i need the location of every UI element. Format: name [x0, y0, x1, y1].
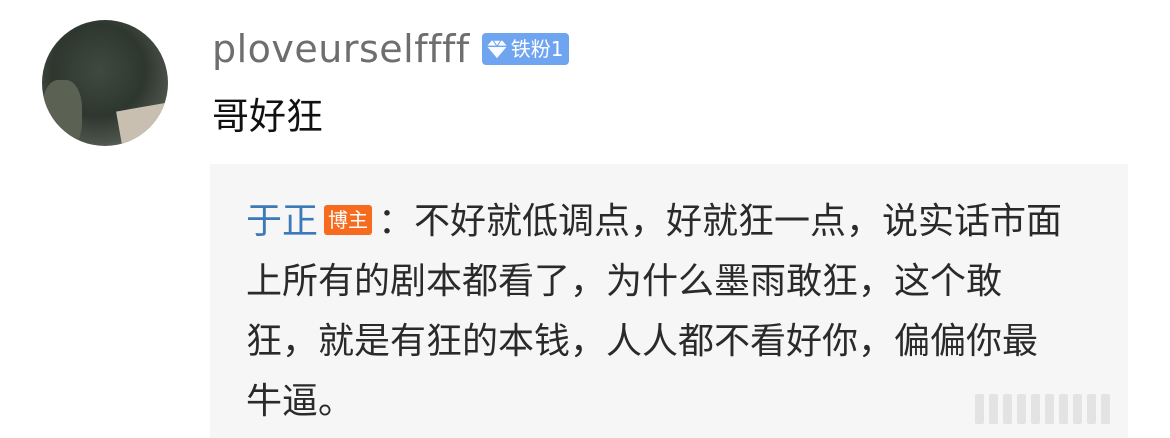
fan-badge-label: 铁粉1: [510, 37, 564, 61]
comment-header: ploveurselffff 铁粉1: [212, 24, 570, 74]
comment-text: 哥好狂: [212, 95, 323, 138]
watermark: [975, 394, 1110, 424]
username[interactable]: ploveurselffff: [212, 30, 470, 68]
blogger-badge: 博主: [324, 205, 373, 235]
reply-author[interactable]: 于正: [246, 201, 318, 242]
fan-badge[interactable]: 铁粉1: [481, 33, 570, 65]
diamond-icon: [486, 40, 507, 59]
reply-box[interactable]: 于正 博主 ：不好就低调点，好就狂一点，说实话市面上所有的剧本都看了，为什么墨雨敢狂…: [210, 164, 1128, 438]
avatar-shadow: [42, 80, 82, 146]
comment-card: ploveurselffff 铁粉1 哥好狂 于正 博主 ：不好就低调点，好就狂一点…: [0, 0, 1170, 438]
watermark-bars: [975, 394, 1110, 424]
avatar[interactable]: [42, 20, 168, 146]
reply-content: 于正 博主 ：不好就低调点，好就狂一点，说实话市面上所有的剧本都看了，为什么墨雨敢狂…: [246, 192, 1066, 432]
reply-separator: ：: [378, 201, 415, 242]
avatar-highlight: [116, 101, 168, 146]
